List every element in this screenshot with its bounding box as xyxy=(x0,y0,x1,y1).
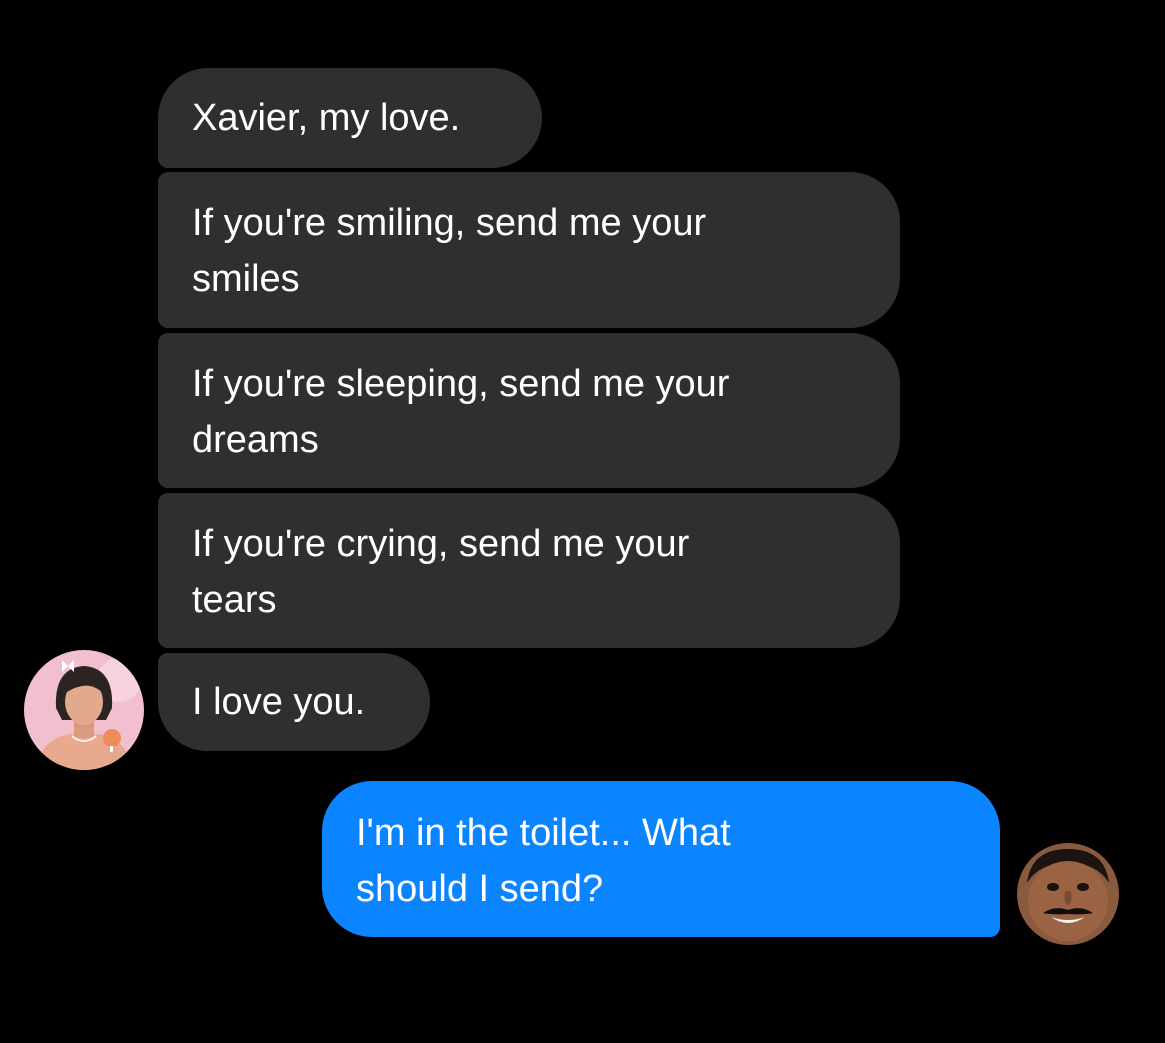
message-line: I love you. xyxy=(192,681,366,723)
outgoing-message-1[interactable]: I'm in the toilet... What should I send? xyxy=(322,781,1000,937)
message-line: Xavier, my love. xyxy=(192,97,461,139)
message-line: should I send? xyxy=(356,868,604,910)
incoming-message-1[interactable]: Xavier, my love. xyxy=(158,68,542,168)
message-line: I'm in the toilet... What xyxy=(356,812,731,854)
message-line: If you're crying, send me your xyxy=(192,523,690,565)
message-line: tears xyxy=(192,579,277,621)
message-line: dreams xyxy=(192,419,319,461)
message-line: smiles xyxy=(192,258,300,300)
incoming-message-2[interactable]: If you're smiling, send me your smiles xyxy=(158,172,900,328)
user-avatar[interactable] xyxy=(1017,843,1119,945)
smiling-man-avatar-icon xyxy=(1017,843,1119,945)
woman-avatar-icon xyxy=(24,650,144,770)
sender-avatar[interactable] xyxy=(24,650,144,770)
incoming-message-4[interactable]: If you're crying, send me your tears xyxy=(158,493,900,648)
incoming-message-5[interactable]: I love you. xyxy=(158,653,430,751)
message-line: If you're sleeping, send me your xyxy=(192,363,730,405)
incoming-message-3[interactable]: If you're sleeping, send me your dreams xyxy=(158,333,900,488)
message-line: If you're smiling, send me your xyxy=(192,202,707,244)
